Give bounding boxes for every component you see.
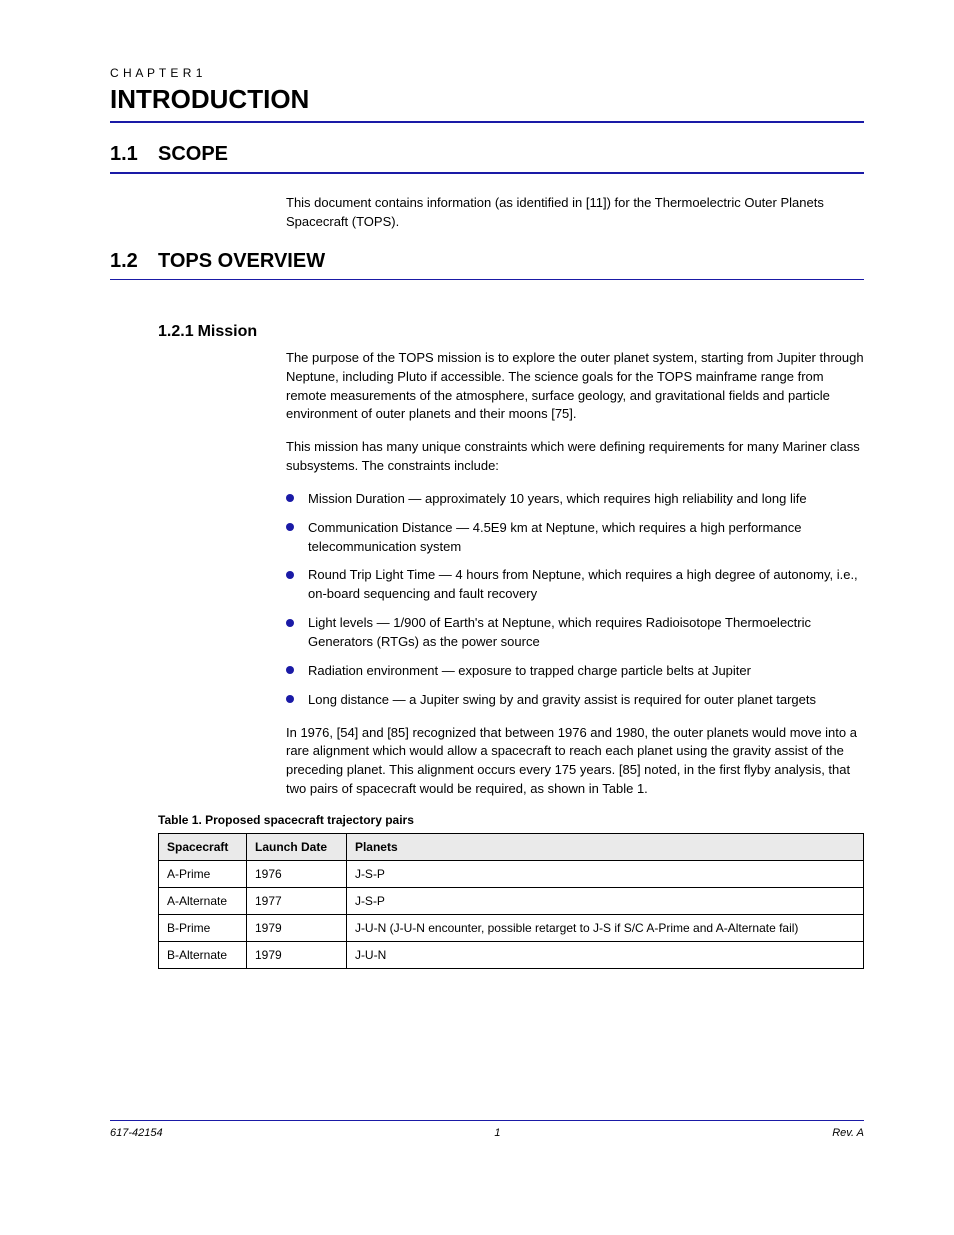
list-item: Round Trip Light Time — 4 hours from Nep… [286,566,864,604]
footer-revision: Rev. A [832,1127,864,1139]
footer-page-number: 1 [163,1127,833,1139]
table-title: Table 1. Proposed spacecraft trajectory … [158,813,864,827]
table-header: Spacecraft [159,833,247,860]
table-header: Launch Date [247,833,347,860]
chapter-label: C H A P T E R 1 [110,66,864,80]
list-item: Long distance — a Jupiter swing by and g… [286,691,864,710]
section-1-body: This document contains information (as i… [286,194,864,232]
constraints-list: Mission Duration — approximately 10 year… [286,490,864,710]
footer-doc-number: 617-42154 [110,1127,163,1139]
list-item: Communication Distance — 4.5E9 km at Nep… [286,519,864,557]
bullet-icon [286,619,294,627]
bullet-icon [286,695,294,703]
list-item: Light levels — 1/900 of Earth's at Neptu… [286,614,864,652]
bullet-icon [286,666,294,674]
section-1-number: 1.1 [110,143,158,166]
chapter-title: INTRODUCTION [110,84,864,115]
chapter-rule [110,121,864,123]
page-footer: 617-42154 1 Rev. A [110,1120,864,1139]
section-1-title: SCOPE [158,143,864,166]
bullet-icon [286,523,294,531]
table-header-row: Spacecraft Launch Date Planets [159,833,864,860]
table-row: B-Alternate 1979 J-U-N [159,941,864,968]
trajectory-table: Spacecraft Launch Date Planets A-Prime 1… [158,833,864,969]
list-item: Mission Duration — approximately 10 year… [286,490,864,509]
section-2-p3: In 1976, [54] and [85] recognized that b… [286,724,864,799]
section-2-number: 1.2 [110,250,158,273]
footer-rule [110,1120,864,1121]
table-row: A-Prime 1976 J-S-P [159,860,864,887]
list-item: Radiation environment — exposure to trap… [286,662,864,681]
section-2-title: TOPS OVERVIEW [158,250,864,273]
table-header: Planets [346,833,863,860]
section-1-rule [110,172,864,174]
bullet-icon [286,494,294,502]
section-2-p1: The purpose of the TOPS mission is to ex… [286,349,864,424]
section-2-rule [110,279,864,280]
table-row: B-Prime 1979 J-U-N (J-U-N encounter, pos… [159,914,864,941]
subsection-title: 1.2.1Mission [158,320,864,343]
bullet-icon [286,571,294,579]
table-row: A-Alternate 1977 J-S-P [159,887,864,914]
section-2-p2: This mission has many unique constraints… [286,438,864,476]
